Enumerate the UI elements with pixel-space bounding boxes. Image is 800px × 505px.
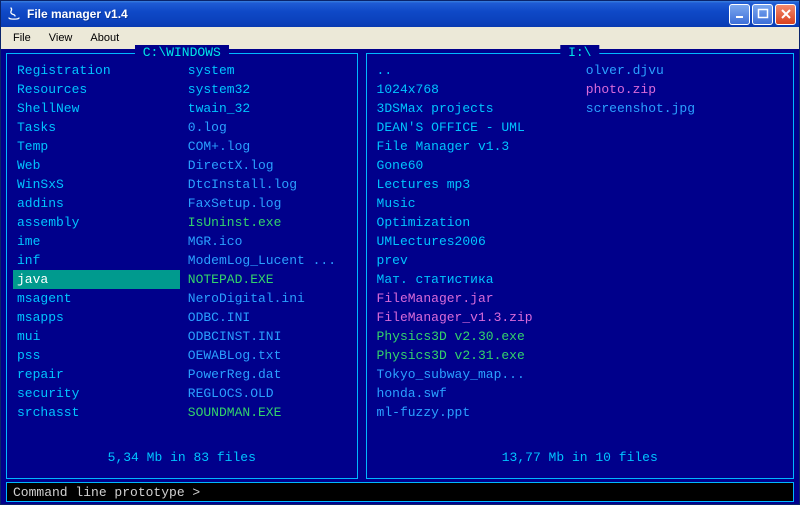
list-item[interactable]: DirectX.log — [184, 156, 351, 175]
close-button[interactable] — [775, 4, 796, 25]
list-item[interactable]: PowerReg.dat — [184, 365, 351, 384]
list-item[interactable]: prev — [373, 251, 578, 270]
list-item[interactable]: Physics3D v2.30.exe — [373, 327, 578, 346]
list-item[interactable]: Music — [373, 194, 578, 213]
list-item[interactable]: 1024x768 — [373, 80, 578, 99]
list-item[interactable]: 0.log — [184, 118, 351, 137]
list-item[interactable]: DtcInstall.log — [184, 175, 351, 194]
titlebar[interactable]: File manager v1.4 — [1, 1, 799, 27]
java-icon — [6, 6, 22, 22]
list-item[interactable]: WinSxS — [13, 175, 180, 194]
maximize-button[interactable] — [752, 4, 773, 25]
list-item[interactable]: OEWABLog.txt — [184, 346, 351, 365]
list-item[interactable]: ShellNew — [13, 99, 180, 118]
list-item[interactable]: Tasks — [13, 118, 180, 137]
list-item[interactable]: system32 — [184, 80, 351, 99]
list-item[interactable]: COM+.log — [184, 137, 351, 156]
list-item[interactable]: Resources — [13, 80, 180, 99]
app-window: File manager v1.4 File View About C:\WIN… — [0, 0, 800, 505]
list-item[interactable]: FaxSetup.log — [184, 194, 351, 213]
menu-view[interactable]: View — [41, 30, 81, 46]
list-item[interactable]: pss — [13, 346, 180, 365]
menu-about[interactable]: About — [82, 30, 127, 46]
list-item[interactable]: IsUninst.exe — [184, 213, 351, 232]
list-item[interactable]: twain_32 — [184, 99, 351, 118]
list-item[interactable]: Temp — [13, 137, 180, 156]
list-item[interactable]: photo.zip — [582, 80, 787, 99]
list-item[interactable]: olver.djvu — [582, 61, 787, 80]
list-item[interactable]: inf — [13, 251, 180, 270]
list-item[interactable]: Gone60 — [373, 156, 578, 175]
command-prompt: Command line prototype > — [13, 485, 200, 500]
list-item[interactable]: Web — [13, 156, 180, 175]
menubar: File View About — [1, 27, 799, 49]
list-item[interactable]: FileManager_v1.3.zip — [373, 308, 578, 327]
window-title: File manager v1.4 — [27, 7, 729, 21]
list-item[interactable]: msapps — [13, 308, 180, 327]
list-item[interactable]: File Manager v1.3 — [373, 137, 578, 156]
right-pane-status: 13,77 Mb in 10 files — [367, 460, 793, 478]
minimize-button[interactable] — [729, 4, 750, 25]
list-item[interactable]: NeroDigital.ini — [184, 289, 351, 308]
list-item[interactable]: ime — [13, 232, 180, 251]
list-item[interactable]: 3DSMax projects — [373, 99, 578, 118]
list-item[interactable]: Physics3D v2.31.exe — [373, 346, 578, 365]
command-line[interactable]: Command line prototype > — [6, 482, 794, 502]
right-pane[interactable]: I:\ ..1024x7683DSMax projectsDEAN'S OFFI… — [366, 53, 794, 479]
list-item[interactable]: ODBC.INI — [184, 308, 351, 327]
panes: C:\WINDOWS RegistrationResourcesShellNew… — [6, 53, 794, 479]
list-item[interactable]: addins — [13, 194, 180, 213]
left-pane-status: 5,34 Mb in 83 files — [7, 460, 357, 478]
menu-file[interactable]: File — [5, 30, 39, 46]
list-item[interactable]: UMLectures2006 — [373, 232, 578, 251]
list-item[interactable]: msagent — [13, 289, 180, 308]
left-pane-path: C:\WINDOWS — [135, 45, 229, 60]
list-item[interactable]: MGR.ico — [184, 232, 351, 251]
list-item[interactable]: Lectures mp3 — [373, 175, 578, 194]
right-pane-path: I:\ — [560, 45, 599, 60]
right-file-list[interactable]: ..1024x7683DSMax projectsDEAN'S OFFICE -… — [367, 54, 793, 461]
list-item[interactable]: ml-fuzzy.ppt — [373, 403, 578, 422]
list-item[interactable]: repair — [13, 365, 180, 384]
list-item[interactable]: screenshot.jpg — [582, 99, 787, 118]
list-item[interactable]: REGLOCS.OLD — [184, 384, 351, 403]
list-item[interactable]: Мат. статистика — [373, 270, 578, 289]
list-item[interactable]: Optimization — [373, 213, 578, 232]
list-item[interactable]: ModemLog_Lucent ... — [184, 251, 351, 270]
left-pane[interactable]: C:\WINDOWS RegistrationResourcesShellNew… — [6, 53, 358, 479]
list-item[interactable]: FileManager.jar — [373, 289, 578, 308]
list-item[interactable]: mui — [13, 327, 180, 346]
window-controls — [729, 4, 796, 25]
list-item[interactable]: honda.swf — [373, 384, 578, 403]
list-item[interactable]: system — [184, 61, 351, 80]
left-file-list[interactable]: RegistrationResourcesShellNewTasksTempWe… — [7, 54, 357, 461]
list-item[interactable]: Registration — [13, 61, 180, 80]
list-item[interactable]: assembly — [13, 213, 180, 232]
list-item[interactable]: DEAN'S OFFICE - UML — [373, 118, 578, 137]
list-item[interactable]: SOUNDMAN.EXE — [184, 403, 351, 422]
content-area: C:\WINDOWS RegistrationResourcesShellNew… — [1, 49, 799, 504]
list-item[interactable]: java — [13, 270, 180, 289]
list-item[interactable]: .. — [373, 61, 578, 80]
list-item[interactable]: srchasst — [13, 403, 180, 422]
list-item[interactable]: security — [13, 384, 180, 403]
list-item[interactable]: NOTEPAD.EXE — [184, 270, 351, 289]
list-item[interactable]: ODBCINST.INI — [184, 327, 351, 346]
list-item[interactable]: Tokyo_subway_map... — [373, 365, 578, 384]
